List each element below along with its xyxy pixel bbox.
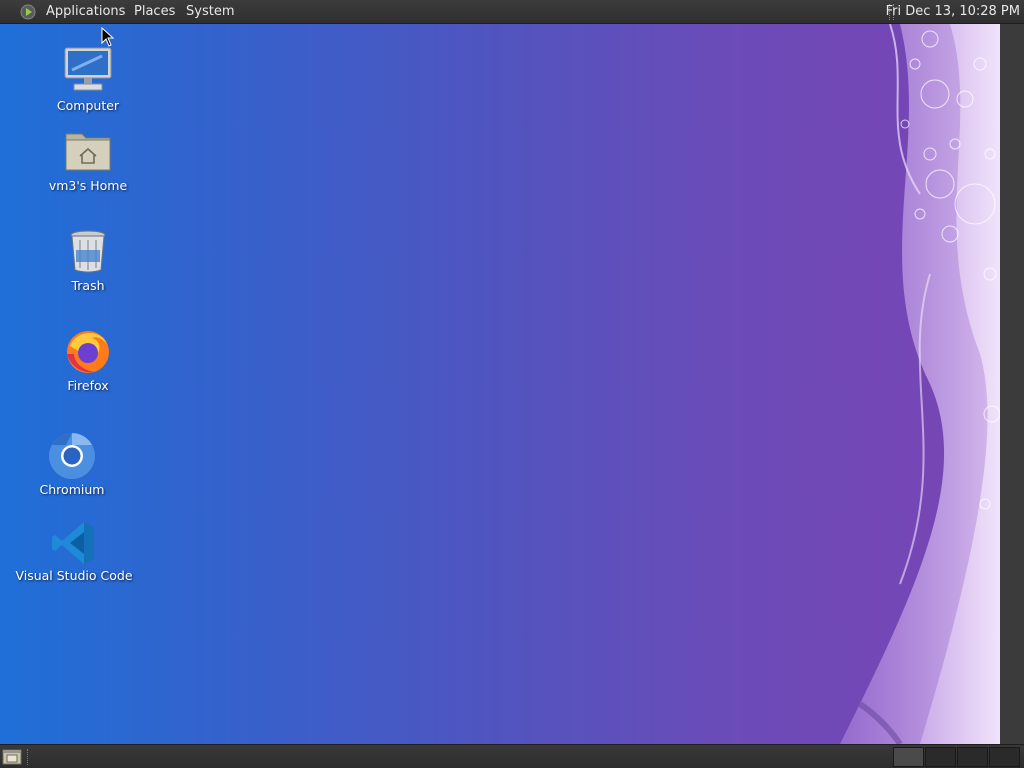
wallpaper-swirl xyxy=(840,24,1000,744)
desktop-icon-trash[interactable]: Trash xyxy=(23,226,153,294)
clock[interactable]: Fri Dec 13, 10:28 PM xyxy=(886,4,1020,20)
desktop-icon-label: vm3's Home xyxy=(48,178,128,193)
computer-icon xyxy=(64,47,112,91)
panel-separator xyxy=(27,749,31,765)
workspace-2[interactable] xyxy=(925,747,956,767)
system-menu[interactable]: System xyxy=(186,4,234,20)
mouse-cursor-icon xyxy=(101,27,115,47)
desktop-icon-label: Trash xyxy=(71,278,105,293)
mate-logo-icon[interactable] xyxy=(20,4,36,20)
desktop-icon-vscode[interactable]: Visual Studio Code xyxy=(9,520,139,584)
workspace-3[interactable] xyxy=(957,747,988,767)
desktop-icon-home[interactable]: vm3's Home xyxy=(23,126,153,194)
workspace-1[interactable] xyxy=(893,747,924,767)
desktop-icon-label: Chromium xyxy=(39,482,105,497)
desktop-icon-computer[interactable]: Computer xyxy=(23,44,153,114)
desktop-icon-label: Computer xyxy=(56,98,120,113)
top-panel: Applications Places System Fri Dec 13, 1… xyxy=(0,0,1024,24)
desktop-icon-label: Firefox xyxy=(67,378,109,393)
trash-icon xyxy=(70,230,106,273)
places-menu[interactable]: Places xyxy=(134,4,175,20)
bottom-panel xyxy=(0,744,1024,768)
firefox-icon xyxy=(67,331,109,373)
applications-menu[interactable]: Applications xyxy=(46,4,125,20)
desktop-icon-label: Visual Studio Code xyxy=(15,568,133,583)
desktop-icon-chromium[interactable]: Chromium xyxy=(7,432,137,498)
vscode-icon xyxy=(52,522,94,564)
workspace-4[interactable] xyxy=(989,747,1020,767)
desktop[interactable]: Computer vm3's Home Trash Firefox Chromi… xyxy=(0,24,1000,744)
show-desktop-icon[interactable] xyxy=(2,748,22,765)
right-edge-strip xyxy=(1000,24,1024,744)
desktop-icon-firefox[interactable]: Firefox xyxy=(23,326,153,394)
chromium-icon xyxy=(49,433,95,479)
home-folder-icon xyxy=(65,133,111,171)
